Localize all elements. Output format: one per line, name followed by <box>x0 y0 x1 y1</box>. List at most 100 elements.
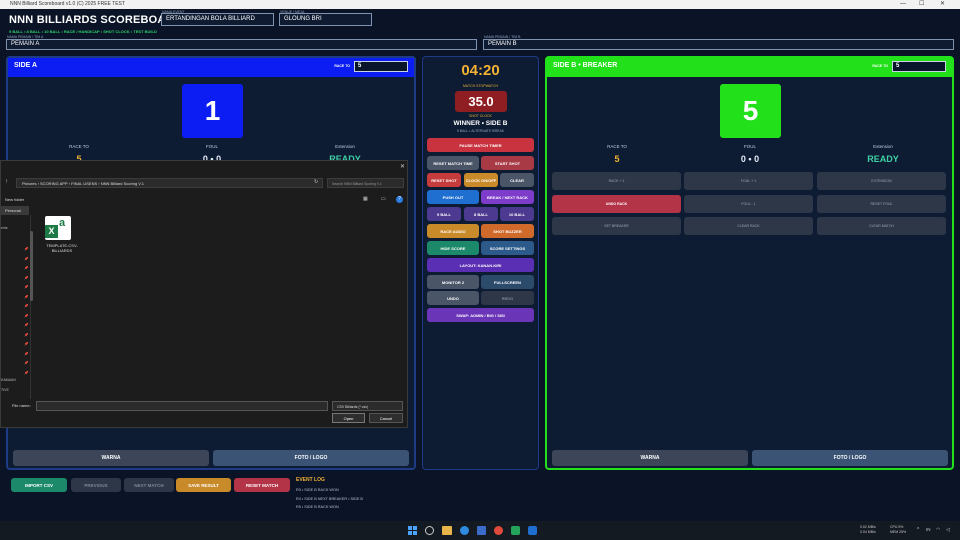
nav-item-tive[interactable]: TIVE <box>1 388 9 392</box>
side-a-ext-label: Extension <box>335 144 355 149</box>
open-button[interactable]: Open <box>332 413 365 423</box>
app-icon[interactable] <box>511 526 520 535</box>
help-icon[interactable]: ? <box>396 196 403 203</box>
event-input[interactable]: ERTANDINGAN BOLA BILLIARD <box>161 13 274 26</box>
player-a-input[interactable]: PEMAIN A <box>6 39 477 50</box>
previous-button[interactable]: PREVIOUS <box>71 478 121 492</box>
match-timer: 04:20 <box>461 62 500 79</box>
score-settings-button[interactable]: SCORE SETTINGS <box>481 241 534 255</box>
side-a-foto-button[interactable]: FOTO / LOGO <box>213 450 409 466</box>
close-icon[interactable]: ✕ <box>940 0 945 9</box>
reset-match-time-button[interactable]: RESET MATCH TIME <box>427 156 479 170</box>
clear-button[interactable]: CLEAR <box>500 173 534 187</box>
breadcrumb-scoring-app[interactable]: SCORING APP <box>40 181 68 186</box>
nav-personal[interactable]: Personal <box>1 206 29 215</box>
side-a-warna-button[interactable]: WARNA <box>13 450 209 466</box>
breadcrumb-final[interactable]: FINAL USENS <box>71 181 97 186</box>
store-icon[interactable] <box>477 526 486 535</box>
breadcrumb-pictures[interactable]: Pictures <box>22 181 36 186</box>
side-a-title: SIDE A <box>14 62 38 69</box>
shot-clock-label: SHOT CLOCK <box>469 114 492 118</box>
save-result-button[interactable]: SAVE RESULT <box>176 478 231 492</box>
net-down: 0.04 MB/s <box>860 530 876 534</box>
clear-rack-button[interactable]: CLEAR RACK <box>684 217 813 235</box>
search-icon[interactable] <box>425 526 434 535</box>
side-a-header: SIDE A RACE TO 5 <box>8 58 414 77</box>
foul-minus-button[interactable]: FOUL - 1 <box>684 195 813 213</box>
side-b-score[interactable]: 5 <box>720 84 781 138</box>
cancel-button[interactable]: Cancel <box>369 413 403 423</box>
rack-plus-button[interactable]: RACK + 1 <box>552 172 681 190</box>
shot-buzzer-button[interactable]: SHOT BUZZER <box>481 224 534 238</box>
side-b-foto-button[interactable]: FOTO / LOGO <box>752 450 948 466</box>
reset-match-button[interactable]: RESET MATCH <box>234 478 290 492</box>
taskbar: 0.02 MB/s 0.04 MB/s CPU 5% MEM 25% ^ IN … <box>0 521 960 540</box>
dialog-close-icon[interactable]: ✕ <box>400 163 405 170</box>
race-audio-button[interactable]: RACE AUDIO <box>427 224 479 238</box>
break-next-rack-button[interactable]: BREAK / NEXT RACK <box>481 190 534 204</box>
nav-item-kamaan[interactable]: KAMAAN <box>1 378 16 382</box>
wifi-icon[interactable]: ◠ <box>936 527 940 533</box>
scoreboard-app-icon[interactable] <box>528 526 537 535</box>
side-b-panel: SIDE B • BREAKER RACE TO 5 5 RACE TO 5 F… <box>545 56 954 470</box>
event-log-item: R5 • SIDE B RACK WON <box>296 505 339 509</box>
up-arrow-icon[interactable]: ↑ <box>5 179 8 185</box>
view-icon[interactable]: ▦ <box>363 196 368 202</box>
side-b-title: SIDE B • BREAKER <box>553 62 618 69</box>
9-ball-button[interactable]: 9 BALL <box>427 207 461 221</box>
address-bar[interactable]: Pictures › SCORING APP › FINAL USENS › N… <box>16 178 323 188</box>
new-folder-button[interactable]: New folder <box>5 197 24 202</box>
breadcrumb-nnn[interactable]: NNN Billiard Scoring V.1 <box>101 181 144 186</box>
fullscreen-button[interactable]: FULLSCREEN <box>481 275 534 289</box>
extension-button[interactable]: EXTENSION <box>817 172 946 190</box>
8-ball-button[interactable]: 8 BALL <box>464 207 498 221</box>
winner-subtext: 9 BALL • ALTERNATE BREAK <box>456 129 505 133</box>
folder-icon[interactable] <box>442 526 452 535</box>
reset-foul-button[interactable]: RESET FOUL <box>817 195 946 213</box>
venue-input[interactable]: GLOUNG BRI <box>279 13 372 26</box>
player-b-input[interactable]: PEMAIN B <box>483 39 954 50</box>
side-a-race-input[interactable]: 5 <box>354 61 408 72</box>
side-b-header: SIDE B • BREAKER RACE TO 5 <box>547 58 952 77</box>
filename-input[interactable] <box>36 401 328 411</box>
volume-icon[interactable]: ◁ <box>946 527 950 533</box>
edge-icon[interactable] <box>460 526 469 535</box>
push-out-button[interactable]: PUSH OUT <box>427 190 479 204</box>
nav-scrollbar[interactable] <box>30 231 33 301</box>
clear-match-button[interactable]: CLEAR MATCH <box>817 217 946 235</box>
monitor-2-button[interactable]: MONITOR 2 <box>427 275 479 289</box>
side-a-score[interactable]: 1 <box>182 84 243 138</box>
pause-timer-button[interactable]: PAUSE MATCH TIMER <box>427 138 534 152</box>
chevron-up-icon[interactable]: ^ <box>917 527 919 533</box>
start-shot-button[interactable]: START SHOT <box>481 156 534 170</box>
maximize-icon[interactable]: ☐ <box>919 0 924 9</box>
pane-icon[interactable]: ▭ <box>381 196 386 202</box>
foul-plus-button[interactable]: FOUL + 1 <box>684 172 813 190</box>
10-ball-button[interactable]: 10 BALL <box>500 207 534 221</box>
side-b-warna-button[interactable]: WARNA <box>552 450 748 466</box>
file-item[interactable]: X a TEMPLATE-CSV-BILLIARDS <box>41 214 81 259</box>
layout-button[interactable]: LAYOUT: KANAN-KIRI <box>427 258 534 272</box>
next-match-button[interactable]: NEXT MATCH <box>124 478 174 492</box>
hide-score-button[interactable]: HIDE SCORE <box>427 241 479 255</box>
center-panel: 04:20 MATCH STOPWATCH 35.0 SHOT CLOCK WI… <box>422 56 539 470</box>
reset-shot-button[interactable]: RESET SHOT <box>427 173 461 187</box>
minimize-icon[interactable]: — <box>900 0 906 9</box>
refresh-icon[interactable]: ↻ <box>314 179 318 185</box>
chrome-icon[interactable] <box>494 526 503 535</box>
navigation-pane: ents KAMAAN TIVE 📌 📌 📌 📌 📌 📌 📌 📌 📌 📌 📌 📌 📌 📌 <box>1 215 31 399</box>
language-indicator[interactable]: IN <box>926 527 931 532</box>
clock-toggle-button[interactable]: CLOCK ON/OFF <box>464 173 498 187</box>
set-breaker-button[interactable]: SET BREAKER <box>552 217 681 235</box>
import-csv-button[interactable]: IMPORT CSV <box>11 478 67 492</box>
side-b-race-input[interactable]: 5 <box>892 61 946 72</box>
side-a-foul-label: FOUL <box>205 144 218 149</box>
search-input[interactable]: Search NNN Billiard Scoring V.1 <box>327 178 404 188</box>
file-type-select[interactable]: CSV Billiards (*.csv) <box>332 401 403 411</box>
undo-button[interactable]: UNDO <box>427 291 479 305</box>
swap-view-button[interactable]: SWAP: ADMIN / BIG / SISI <box>427 308 534 322</box>
nav-item-documents[interactable]: ents <box>1 226 8 230</box>
undo-rack-button[interactable]: UNDO RACK <box>552 195 681 213</box>
redo-button[interactable]: REDO <box>481 291 534 305</box>
start-icon[interactable] <box>408 526 417 535</box>
